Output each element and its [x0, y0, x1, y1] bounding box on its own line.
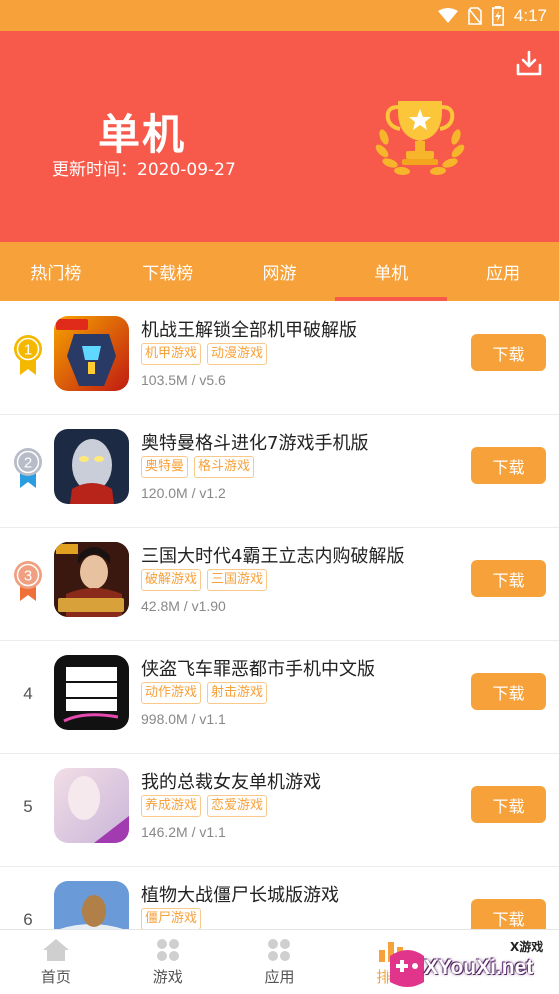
update-date: 2020-09-27 [137, 160, 236, 180]
rank-number: 2 [24, 455, 32, 472]
wifi-icon [437, 7, 458, 24]
status-time: 4:17 [513, 5, 547, 25]
rank-container: 6 [8, 895, 48, 929]
tag[interactable]: 动漫游戏 [207, 343, 268, 365]
watermark-brand: XYouXi.net [424, 956, 534, 979]
header: 单机 更新时间：2020-09-27 [0, 31, 559, 242]
tag[interactable]: 养成游戏 [141, 795, 202, 817]
bronze-medal-icon: 3 [8, 556, 48, 606]
category-tabs: 热门榜 下载榜 网游 单机 应用 [0, 242, 559, 301]
nav-games[interactable]: 游戏 [112, 930, 224, 994]
nav-apps[interactable]: 应用 [224, 930, 336, 994]
download-button[interactable]: 下载 [471, 786, 546, 823]
list-item[interactable]: 3 三国大时代4霸王立志内购破解版 破解游戏 三国游戏 42.8M / v1.9… [0, 528, 559, 641]
tag[interactable]: 格斗游戏 [194, 456, 255, 478]
app-meta: 120.0M / v1.2 [141, 485, 226, 501]
app-icon[interactable] [54, 316, 129, 391]
rank-number: 4 [23, 684, 33, 703]
app-meta: 998.0M / v1.1 [141, 711, 226, 727]
tab-apps[interactable]: 应用 [447, 242, 559, 301]
download-button[interactable]: 下载 [471, 560, 546, 597]
tag[interactable]: 奥特曼 [141, 456, 189, 478]
tab-online[interactable]: 网游 [224, 242, 336, 301]
ranking-list: 1 机战王解锁全部机甲破解版 机甲游戏 动漫游戏 103.5M / v5.6 下… [0, 302, 559, 929]
apps-icon [268, 938, 291, 961]
download-button[interactable]: 下载 [471, 334, 546, 371]
nav-home[interactable]: 首页 [0, 930, 112, 994]
tag-group: 养成游戏 恋爱游戏 [141, 795, 268, 817]
rank-number: 1 [24, 342, 32, 359]
app-name[interactable]: 植物大战僵尸长城版游戏 [141, 881, 339, 907]
tag-group: 僵尸游戏 [141, 908, 202, 929]
watermark: X游戏 XYouXi.net [384, 936, 559, 994]
tag[interactable]: 射击游戏 [207, 682, 268, 704]
tag[interactable]: 僵尸游戏 [141, 908, 202, 929]
tag-group: 动作游戏 射击游戏 [141, 682, 268, 704]
app-name[interactable]: 侠盗飞车罪恶都市手机中文版 [141, 655, 375, 681]
nav-label: 应用 [264, 967, 295, 986]
download-button[interactable]: 下载 [471, 447, 546, 484]
app-meta: 103.5M / v5.6 [141, 372, 226, 388]
no-sim-icon [468, 6, 482, 25]
watermark-top-text: X游戏 [510, 940, 544, 954]
tab-single[interactable]: 单机 [335, 242, 447, 301]
tag[interactable]: 机甲游戏 [141, 343, 202, 365]
battery-icon [491, 5, 504, 26]
list-item[interactable]: 6 植物大战僵尸长城版游戏 僵尸游戏 下载 [0, 867, 559, 929]
nav-label: 游戏 [152, 967, 183, 986]
tag[interactable]: 恋爱游戏 [207, 795, 268, 817]
nav-label: 首页 [40, 967, 71, 986]
tag-group: 破解游戏 三国游戏 [141, 569, 268, 591]
grid-icon [156, 938, 179, 961]
app-icon[interactable] [54, 881, 129, 929]
list-item[interactable]: 5 我的总裁女友单机游戏 养成游戏 恋爱游戏 146.2M / v1.1 下载 [0, 754, 559, 867]
app-meta: 42.8M / v1.90 [141, 598, 226, 614]
tag[interactable]: 破解游戏 [141, 569, 202, 591]
app-icon[interactable] [54, 429, 129, 504]
rank-number: 3 [24, 568, 32, 585]
app-name[interactable]: 三国大时代4霸王立志内购破解版 [141, 542, 404, 568]
home-icon [42, 938, 69, 961]
tag[interactable]: 三国游戏 [207, 569, 268, 591]
list-item[interactable]: 4 侠盗飞车罪恶都市手机中文版 动作游戏 射击游戏 998.0M / v1.1 … [0, 641, 559, 754]
rank-container: 5 [8, 782, 48, 832]
app-icon[interactable] [54, 655, 129, 730]
gold-medal-icon: 1 [8, 330, 48, 380]
trophy-icon [372, 97, 468, 179]
app-icon[interactable] [54, 768, 129, 843]
status-bar: 4:17 [0, 0, 559, 31]
silver-medal-icon: 2 [8, 443, 48, 493]
app-name[interactable]: 机战王解锁全部机甲破解版 [141, 316, 357, 342]
tag[interactable]: 动作游戏 [141, 682, 202, 704]
page-title: 单机 [98, 110, 187, 159]
list-item[interactable]: 2 奥特曼格斗进化7游戏手机版 奥特曼 格斗游戏 120.0M / v1.2 下… [0, 415, 559, 528]
app-meta: 146.2M / v1.1 [141, 824, 226, 840]
rank-number: 5 [23, 797, 33, 816]
app-name[interactable]: 我的总裁女友单机游戏 [141, 768, 321, 794]
update-label: 更新时间： [52, 160, 137, 180]
rank-number: 6 [23, 910, 33, 929]
app-name[interactable]: 奥特曼格斗进化7游戏手机版 [141, 429, 368, 455]
app-icon[interactable] [54, 542, 129, 617]
download-icon[interactable] [513, 47, 545, 79]
tag-group: 机甲游戏 动漫游戏 [141, 343, 268, 365]
tab-downloads[interactable]: 下载榜 [112, 242, 224, 301]
tab-hot[interactable]: 热门榜 [0, 242, 112, 301]
update-time: 更新时间：2020-09-27 [52, 155, 236, 180]
list-item[interactable]: 1 机战王解锁全部机甲破解版 机甲游戏 动漫游戏 103.5M / v5.6 下… [0, 302, 559, 415]
rank-container: 4 [8, 669, 48, 719]
download-button[interactable]: 下载 [471, 899, 546, 929]
tag-group: 奥特曼 格斗游戏 [141, 456, 255, 478]
download-button[interactable]: 下载 [471, 673, 546, 710]
